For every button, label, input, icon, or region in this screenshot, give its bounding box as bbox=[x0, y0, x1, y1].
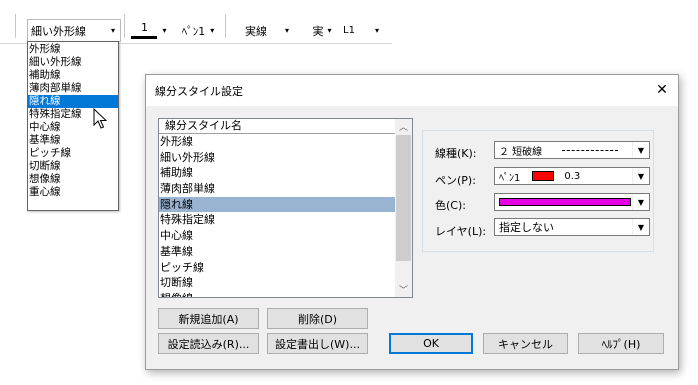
dialog-title: 線分スタイル設定 bbox=[155, 84, 243, 98]
chevron-down-icon[interactable]: ▼ bbox=[632, 194, 649, 210]
chevron-down-icon: ▾ bbox=[327, 26, 332, 35]
pen-label: ﾍﾟﾝ1 bbox=[181, 24, 206, 38]
dialog-title-bar: 線分スタイル設定 bbox=[146, 75, 678, 106]
line-width-button[interactable]: 1 ▾ bbox=[127, 19, 171, 42]
list-item[interactable]: 補助線 bbox=[159, 165, 395, 181]
line-type-combo-value: 細い外形線 bbox=[31, 24, 86, 38]
layer-select[interactable]: 指定しない ▼ bbox=[494, 218, 650, 236]
close-icon[interactable]: ✕ bbox=[654, 81, 670, 99]
color-swatch bbox=[499, 198, 631, 206]
list-item[interactable]: 薄肉部単線 bbox=[159, 181, 395, 197]
cancel-button[interactable]: キャンセル bbox=[483, 333, 568, 354]
mouse-cursor-icon bbox=[93, 108, 107, 129]
list-item[interactable]: 細い外形線 bbox=[159, 150, 395, 166]
pen-value-text: ﾍﾟﾝ1 bbox=[499, 172, 521, 184]
list-item[interactable]: 隠れ線 bbox=[159, 196, 395, 213]
dropdown-option[interactable]: 隠れ線 bbox=[28, 95, 118, 108]
chevron-down-icon[interactable]: ▼ bbox=[632, 219, 649, 235]
layer-combo-value: L1 bbox=[343, 25, 355, 36]
layer-label: レイヤ(L): bbox=[435, 225, 487, 238]
line-style-button[interactable]: 実線 ▾ bbox=[229, 19, 305, 42]
chevron-down-icon[interactable]: ▾ bbox=[106, 20, 120, 41]
dropdown-option[interactable]: 薄肉部単線 bbox=[28, 82, 118, 95]
chevron-down-icon: ▾ bbox=[162, 26, 167, 35]
line-type-value-text: ２ 短破線 bbox=[499, 146, 543, 158]
ok-button[interactable]: OK bbox=[389, 333, 473, 354]
dropdown-option[interactable]: 重心線 bbox=[28, 186, 118, 199]
toolbar: 細い外形線 ▾ 1 ▾ ﾍﾟﾝ1 ▾ 実線 ▾ 実 ▾ L1 ▾ bbox=[0, 0, 698, 44]
line-type-value: ２ 短破線 bbox=[495, 143, 632, 158]
delete-button[interactable]: 削除(D) bbox=[267, 308, 368, 329]
dropdown-option[interactable]: 切断線 bbox=[28, 160, 118, 173]
dropdown-option[interactable]: ピッチ線 bbox=[28, 147, 118, 160]
dropdown-option[interactable]: 細い外形線 bbox=[28, 56, 118, 69]
list-header: 線分スタイル名 bbox=[159, 119, 395, 134]
list-item[interactable]: 特殊指定線 bbox=[159, 212, 395, 228]
line-type-combo[interactable]: 細い外形線 ▾ bbox=[27, 19, 121, 42]
pen-button[interactable]: ﾍﾟﾝ1 ▾ bbox=[173, 19, 223, 42]
pen-select[interactable]: ﾍﾟﾝ1 0.3 ▼ bbox=[494, 167, 650, 185]
list-item[interactable]: 外形線 bbox=[159, 134, 395, 150]
load-settings-button[interactable]: 設定読込み(R)... bbox=[158, 333, 259, 354]
chevron-down-icon: ▾ bbox=[210, 26, 215, 35]
line-style-dialog: 線分スタイル設定 ✕ 線分スタイル名 外形線 細い外形線 補助線 薄肉部単線 隠れ線 特殊… bbox=[145, 74, 679, 370]
export-settings-button[interactable]: 設定書出し(W)... bbox=[267, 333, 368, 354]
add-button[interactable]: 新規追加(A) bbox=[158, 308, 259, 329]
listbox-scrollbar[interactable]: ︿ ﹀ bbox=[395, 119, 412, 297]
line-type-label: 線種(K): bbox=[435, 147, 477, 160]
pen-label: ペン(P): bbox=[435, 174, 476, 187]
toolbar-separator bbox=[225, 14, 227, 38]
list-item[interactable]: 切断線 bbox=[159, 275, 395, 291]
toolbar-separator bbox=[124, 14, 126, 38]
dropdown-option[interactable]: 補助線 bbox=[28, 69, 118, 82]
pen-value: ﾍﾟﾝ1 0.3 bbox=[495, 169, 632, 184]
dropdown-option[interactable]: 外形線 bbox=[28, 43, 118, 56]
scroll-thumb[interactable] bbox=[396, 135, 411, 261]
chevron-down-icon[interactable]: ▾ bbox=[370, 20, 384, 41]
line-style-short-label: 実 bbox=[312, 24, 324, 38]
list-item[interactable]: ピッチ線 bbox=[159, 260, 395, 276]
pen-color-swatch bbox=[532, 171, 555, 181]
color-label: 色(C): bbox=[435, 199, 466, 212]
line-style-listbox[interactable]: 線分スタイル名 外形線 細い外形線 補助線 薄肉部単線 隠れ線 特殊指定線 中心線 基準線 ピッ… bbox=[158, 118, 413, 298]
pen-width-text: 0.3 bbox=[564, 170, 581, 182]
line-style-short-button[interactable]: 実 ▾ bbox=[307, 19, 337, 42]
list-items: 外形線細い外形線補助線薄肉部単線隠れ線特殊指定線中心線基準線ピッチ線切断線想像線 bbox=[159, 134, 395, 297]
scroll-up-icon[interactable]: ︿ bbox=[395, 119, 412, 134]
line-style-label: 実線 bbox=[244, 24, 267, 38]
scroll-down-icon[interactable]: ﹀ bbox=[395, 282, 412, 297]
color-value bbox=[495, 198, 632, 206]
list-item[interactable]: 中心線 bbox=[159, 228, 395, 244]
listbox-content: 線分スタイル名 外形線 細い外形線 補助線 薄肉部単線 隠れ線 特殊指定線 中心線 基準線 ピッ… bbox=[159, 119, 395, 297]
line-width-swatch bbox=[131, 36, 158, 39]
chevron-down-icon[interactable]: ▼ bbox=[632, 168, 649, 184]
toolbar-grip bbox=[15, 14, 17, 38]
chevron-down-icon: ▾ bbox=[284, 26, 289, 35]
chevron-down-icon[interactable]: ▼ bbox=[632, 142, 649, 158]
line-width-value: 1 bbox=[140, 21, 148, 34]
layer-value: 指定しない bbox=[499, 221, 554, 234]
dropdown-option[interactable]: 基準線 bbox=[28, 134, 118, 147]
help-button[interactable]: ﾍﾙﾌﾟ(H) bbox=[578, 333, 664, 354]
list-item[interactable]: 基準線 bbox=[159, 244, 395, 260]
dash-preview bbox=[562, 149, 619, 151]
list-item[interactable]: 想像線 bbox=[159, 291, 395, 297]
layer-combo[interactable]: L1 ▾ bbox=[339, 19, 385, 42]
line-type-select[interactable]: ２ 短破線 ▼ bbox=[494, 141, 650, 159]
color-select[interactable]: ▼ bbox=[494, 193, 650, 211]
dropdown-option[interactable]: 想像線 bbox=[28, 173, 118, 186]
